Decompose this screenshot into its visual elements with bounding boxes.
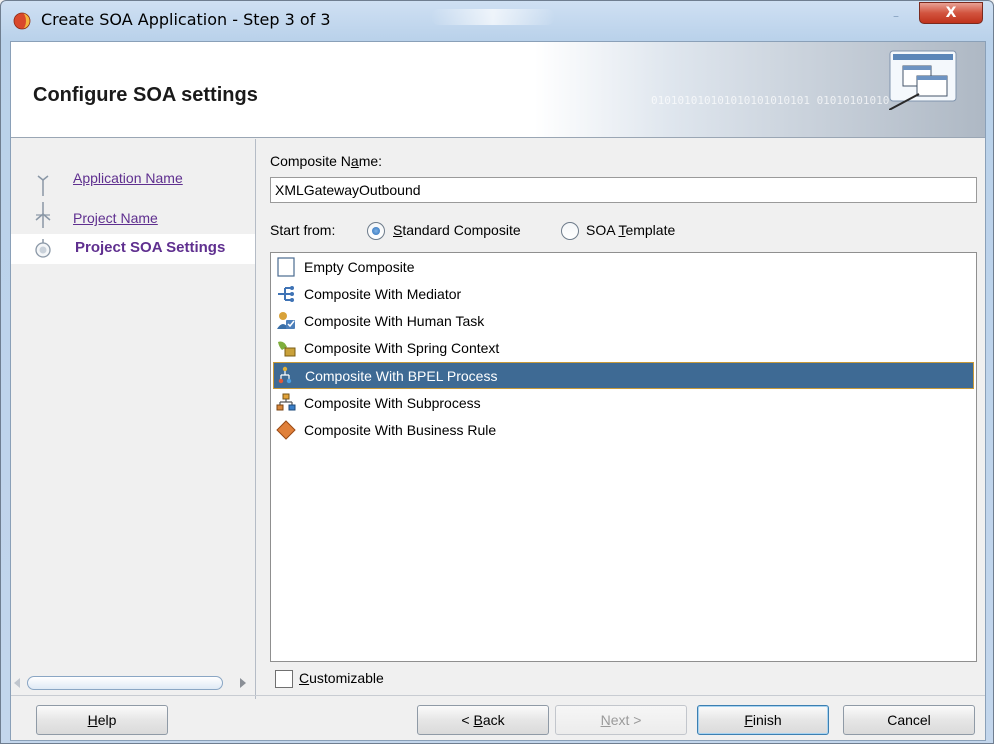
mediator-icon <box>278 286 294 302</box>
nav-horizontal-scrollbar[interactable] <box>13 673 249 693</box>
list-item[interactable]: Empty Composite <box>273 254 974 281</box>
wizard-header: 010101010101010101010101 01010101010 Con… <box>11 42 985 138</box>
list-item[interactable]: Composite With Subprocess <box>273 390 974 417</box>
customizable-label[interactable]: Customizable <box>299 670 384 686</box>
finish-button[interactable]: Finish <box>697 705 829 735</box>
nav-item-project-name[interactable]: Project Name <box>11 202 255 232</box>
list-item[interactable]: Composite With Mediator <box>273 281 974 308</box>
soa-template-radio[interactable] <box>561 222 579 240</box>
soa-template-label[interactable]: SOA Template <box>586 222 675 238</box>
footer-separator <box>11 695 985 696</box>
bpel-process-icon <box>278 366 292 384</box>
standard-composite-label[interactable]: Standard Composite <box>393 222 521 238</box>
jdeveloper-app-icon <box>13 12 31 30</box>
back-button[interactable]: < Back <box>417 705 549 735</box>
wizard-windows-icon <box>889 50 957 110</box>
customizable-checkbox[interactable] <box>275 670 293 688</box>
scroll-right-arrow-icon[interactable] <box>239 678 247 688</box>
step-visited-icon <box>37 175 49 196</box>
composite-template-list[interactable]: Empty Composite Composite With Mediator … <box>270 252 977 662</box>
cancel-button[interactable]: Cancel <box>843 705 975 735</box>
close-button[interactable]: X <box>919 2 983 24</box>
scroll-left-arrow-icon[interactable] <box>13 678 21 688</box>
nav-link-application-name[interactable]: Application Name <box>73 170 183 186</box>
dialog-window: Create SOA Application - Step 3 of 3 – X… <box>0 0 994 744</box>
business-rule-icon <box>276 420 296 440</box>
help-button[interactable]: Help <box>36 705 168 735</box>
nav-link-project-name[interactable]: Project Name <box>73 210 158 226</box>
next-button[interactable]: Next > <box>555 705 687 735</box>
nav-item-project-soa-settings[interactable]: Project SOA Settings <box>11 234 255 264</box>
human-task-icon <box>277 312 295 329</box>
empty-composite-icon <box>277 257 295 277</box>
title-bar[interactable]: Create SOA Application - Step 3 of 3 – X <box>1 1 994 41</box>
spring-context-icon <box>278 341 296 357</box>
subprocess-icon <box>276 393 296 411</box>
dialog-client-area: 010101010101010101010101 01010101010 Con… <box>10 41 986 741</box>
title-bar-decoration <box>431 9 555 25</box>
wizard-step-navigator: Application Name Project Name Project SO… <box>11 139 256 699</box>
standard-composite-radio[interactable] <box>367 222 385 240</box>
minimize-button[interactable]: – <box>881 7 911 25</box>
composite-name-input[interactable]: XMLGatewayOutbound <box>270 177 977 203</box>
nav-item-application-name[interactable]: Application Name <box>11 166 255 196</box>
window-title: Create SOA Application - Step 3 of 3 <box>41 10 331 29</box>
scrollbar-thumb[interactable] <box>27 676 223 690</box>
list-item[interactable]: Composite With BPEL Process <box>273 362 974 389</box>
list-item[interactable]: Composite With Spring Context <box>273 335 974 362</box>
nav-current-label: Project SOA Settings <box>75 239 226 256</box>
composite-name-label: Composite Name: <box>270 153 383 169</box>
start-from-label: Start from: <box>270 222 336 238</box>
header-binary-decoration: 010101010101010101010101 01010101010 <box>651 94 890 107</box>
step-current-icon <box>35 239 51 258</box>
page-title: Configure SOA settings <box>33 84 258 106</box>
list-item[interactable]: Composite With Human Task <box>273 308 974 335</box>
step-visited-icon <box>35 202 51 228</box>
list-item[interactable]: Composite With Business Rule <box>273 417 974 444</box>
